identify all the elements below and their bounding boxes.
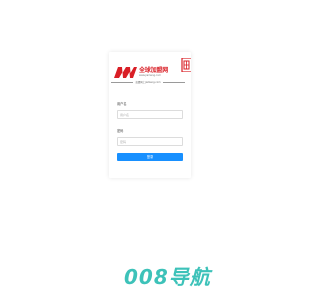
divider [162, 82, 185, 83]
tagline-text: 加盟网上jiameng.com [135, 81, 161, 84]
tagline: 加盟网上jiameng.com [111, 80, 185, 85]
login-card: 全球加盟网 www.jiameng.com 加盟网上jiameng.com 用户… [109, 52, 191, 178]
seal-icon [181, 58, 191, 72]
site-logo[interactable]: 全球加盟网 www.jiameng.com [114, 65, 174, 79]
logo-name: 全球加盟网 [139, 67, 169, 74]
username-label: 用户名 [117, 102, 127, 106]
divider [111, 82, 134, 83]
logo-url: www.jiameng.com [139, 74, 161, 77]
footer-brand[interactable]: 008导航 [124, 264, 211, 290]
password-label: 密码 [117, 129, 124, 133]
footer-brand-text: 008导航 [124, 265, 211, 289]
logo-m-icon [114, 67, 137, 78]
login-button[interactable]: 登录 [117, 153, 183, 161]
password-input[interactable]: 密码 [117, 137, 183, 146]
username-input[interactable]: 用户名 [117, 110, 183, 119]
